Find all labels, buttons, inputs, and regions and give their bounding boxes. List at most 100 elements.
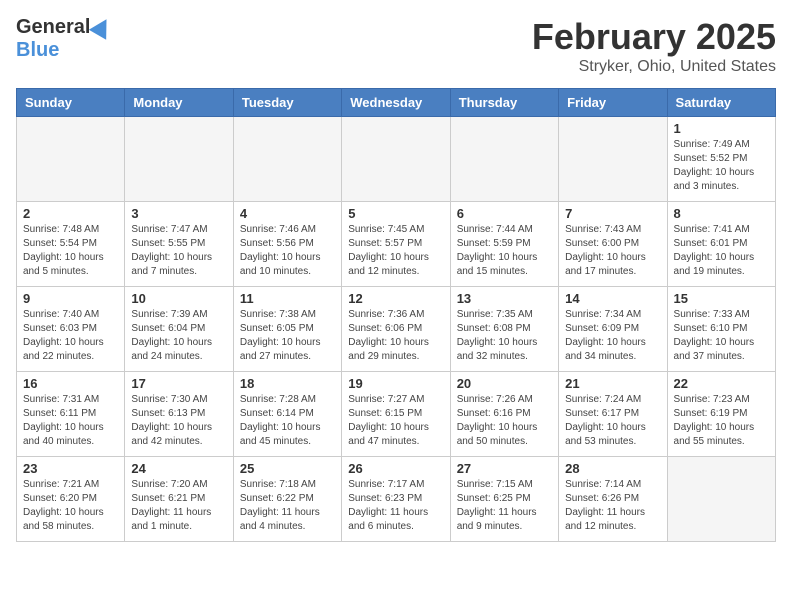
calendar-cell: 11 Sunrise: 7:38 AM Sunset: 6:05 PM Dayli…: [233, 287, 341, 372]
day-info: Sunrise: 7:34 AM Sunset: 6:09 PM Dayligh…: [565, 308, 660, 364]
logo-blue-text: Blue: [16, 39, 59, 62]
calendar-cell: [233, 117, 341, 202]
day-info: Sunrise: 7:20 AM Sunset: 6:21 PM Dayligh…: [131, 478, 226, 534]
day-number: 3: [131, 206, 226, 221]
day-info: Sunrise: 7:28 AM Sunset: 6:14 PM Dayligh…: [240, 393, 335, 449]
calendar-cell: [559, 117, 667, 202]
calendar-cell: 15 Sunrise: 7:33 AM Sunset: 6:10 PM Dayli…: [667, 287, 775, 372]
calendar-cell: 2 Sunrise: 7:48 AM Sunset: 5:54 PM Daylig…: [17, 202, 125, 287]
calendar-cell: 22 Sunrise: 7:23 AM Sunset: 6:19 PM Dayli…: [667, 372, 775, 457]
page-header: General Blue February 2025 Stryker, Ohio…: [16, 16, 776, 76]
day-info: Sunrise: 7:21 AM Sunset: 6:20 PM Dayligh…: [23, 478, 118, 534]
day-number: 4: [240, 206, 335, 221]
day-number: 20: [457, 376, 552, 391]
calendar-cell: 10 Sunrise: 7:39 AM Sunset: 6:04 PM Dayli…: [125, 287, 233, 372]
day-info: Sunrise: 7:41 AM Sunset: 6:01 PM Dayligh…: [674, 223, 769, 279]
day-number: 28: [565, 461, 660, 476]
day-info: Sunrise: 7:33 AM Sunset: 6:10 PM Dayligh…: [674, 308, 769, 364]
calendar-cell: 12 Sunrise: 7:36 AM Sunset: 6:06 PM Dayli…: [342, 287, 450, 372]
day-number: 14: [565, 291, 660, 306]
day-info: Sunrise: 7:26 AM Sunset: 6:16 PM Dayligh…: [457, 393, 552, 449]
day-number: 5: [348, 206, 443, 221]
day-number: 12: [348, 291, 443, 306]
day-number: 22: [674, 376, 769, 391]
day-number: 10: [131, 291, 226, 306]
calendar-cell: 21Sunrise: 7:24 AM Sunset: 6:17 PM Dayli…: [559, 372, 667, 457]
day-info: Sunrise: 7:38 AM Sunset: 6:05 PM Dayligh…: [240, 308, 335, 364]
calendar-cell: 4 Sunrise: 7:46 AM Sunset: 5:56 PM Daylig…: [233, 202, 341, 287]
day-info: Sunrise: 7:17 AM Sunset: 6:23 PM Dayligh…: [348, 478, 443, 534]
calendar-cell: 25 Sunrise: 7:18 AM Sunset: 6:22 PM Dayli…: [233, 457, 341, 542]
month-title: February 2025: [532, 16, 776, 58]
calendar-cell: 20 Sunrise: 7:26 AM Sunset: 6:16 PM Dayli…: [450, 372, 558, 457]
calendar-cell: [125, 117, 233, 202]
day-info: Sunrise: 7:23 AM Sunset: 6:19 PM Dayligh…: [674, 393, 769, 449]
calendar-cell: [342, 117, 450, 202]
calendar-cell: 3 Sunrise: 7:47 AM Sunset: 5:55 PM Daylig…: [125, 202, 233, 287]
calendar-cell: 5 Sunrise: 7:45 AM Sunset: 5:57 PM Daylig…: [342, 202, 450, 287]
calendar-cell: 8 Sunrise: 7:41 AM Sunset: 6:01 PM Daylig…: [667, 202, 775, 287]
day-info: Sunrise: 7:15 AM Sunset: 6:25 PM Dayligh…: [457, 478, 552, 534]
day-number: 11: [240, 291, 335, 306]
day-info: Sunrise: 7:47 AM Sunset: 5:55 PM Dayligh…: [131, 223, 226, 279]
day-info: Sunrise: 7:44 AM Sunset: 5:59 PM Dayligh…: [457, 223, 552, 279]
calendar-header-monday: Monday: [125, 89, 233, 117]
day-info: Sunrise: 7:36 AM Sunset: 6:06 PM Dayligh…: [348, 308, 443, 364]
calendar-cell: 18 Sunrise: 7:28 AM Sunset: 6:14 PM Dayli…: [233, 372, 341, 457]
calendar-header-tuesday: Tuesday: [233, 89, 341, 117]
day-number: 16: [23, 376, 118, 391]
logo-triangle-icon: [89, 14, 115, 40]
calendar-cell: 23 Sunrise: 7:21 AM Sunset: 6:20 PM Dayli…: [17, 457, 125, 542]
logo: General Blue: [16, 16, 112, 62]
calendar-cell: [667, 457, 775, 542]
day-number: 1: [674, 121, 769, 136]
day-number: 23: [23, 461, 118, 476]
day-number: 19: [348, 376, 443, 391]
calendar-cell: 14 Sunrise: 7:34 AM Sunset: 6:09 PM Dayli…: [559, 287, 667, 372]
calendar-cell: 1 Sunrise: 7:49 AM Sunset: 5:52 PM Daylig…: [667, 117, 775, 202]
calendar-table: SundayMondayTuesdayWednesdayThursdayFrid…: [16, 88, 776, 542]
calendar-cell: 17 Sunrise: 7:30 AM Sunset: 6:13 PM Dayli…: [125, 372, 233, 457]
day-number: 18: [240, 376, 335, 391]
day-info: Sunrise: 7:39 AM Sunset: 6:04 PM Dayligh…: [131, 308, 226, 364]
logo-general-text: General: [16, 16, 90, 39]
day-number: 6: [457, 206, 552, 221]
day-number: 24: [131, 461, 226, 476]
calendar-cell: [17, 117, 125, 202]
calendar-cell: 19 Sunrise: 7:27 AM Sunset: 6:15 PM Dayli…: [342, 372, 450, 457]
day-info: Sunrise: 7:45 AM Sunset: 5:57 PM Dayligh…: [348, 223, 443, 279]
calendar-cell: 6 Sunrise: 7:44 AM Sunset: 5:59 PM Daylig…: [450, 202, 558, 287]
day-number: 21: [565, 376, 660, 391]
day-number: 27: [457, 461, 552, 476]
calendar-header-thursday: Thursday: [450, 89, 558, 117]
day-info: Sunrise: 7:31 AM Sunset: 6:11 PM Dayligh…: [23, 393, 118, 449]
calendar-header-sunday: Sunday: [17, 89, 125, 117]
day-info: Sunrise: 7:30 AM Sunset: 6:13 PM Dayligh…: [131, 393, 226, 449]
day-number: 7: [565, 206, 660, 221]
day-info: Sunrise: 7:48 AM Sunset: 5:54 PM Dayligh…: [23, 223, 118, 279]
day-number: 13: [457, 291, 552, 306]
day-number: 9: [23, 291, 118, 306]
calendar-cell: 27 Sunrise: 7:15 AM Sunset: 6:25 PM Dayli…: [450, 457, 558, 542]
calendar-cell: 16 Sunrise: 7:31 AM Sunset: 6:11 PM Dayli…: [17, 372, 125, 457]
calendar-header-saturday: Saturday: [667, 89, 775, 117]
day-number: 17: [131, 376, 226, 391]
day-number: 2: [23, 206, 118, 221]
day-info: Sunrise: 7:35 AM Sunset: 6:08 PM Dayligh…: [457, 308, 552, 364]
calendar-header-wednesday: Wednesday: [342, 89, 450, 117]
day-info: Sunrise: 7:18 AM Sunset: 6:22 PM Dayligh…: [240, 478, 335, 534]
day-number: 25: [240, 461, 335, 476]
calendar-header-friday: Friday: [559, 89, 667, 117]
day-info: Sunrise: 7:46 AM Sunset: 5:56 PM Dayligh…: [240, 223, 335, 279]
day-number: 15: [674, 291, 769, 306]
calendar-cell: 24 Sunrise: 7:20 AM Sunset: 6:21 PM Dayli…: [125, 457, 233, 542]
calendar-cell: [450, 117, 558, 202]
day-info: Sunrise: 7:43 AM Sunset: 6:00 PM Dayligh…: [565, 223, 660, 279]
day-info: Sunrise: 7:49 AM Sunset: 5:52 PM Dayligh…: [674, 138, 769, 194]
day-info: Sunrise: 7:27 AM Sunset: 6:15 PM Dayligh…: [348, 393, 443, 449]
day-info: Sunrise: 7:14 AM Sunset: 6:26 PM Dayligh…: [565, 478, 660, 534]
location-text: Stryker, Ohio, United States: [532, 58, 776, 76]
calendar-cell: 9 Sunrise: 7:40 AM Sunset: 6:03 PM Daylig…: [17, 287, 125, 372]
day-number: 8: [674, 206, 769, 221]
day-info: Sunrise: 7:40 AM Sunset: 6:03 PM Dayligh…: [23, 308, 118, 364]
